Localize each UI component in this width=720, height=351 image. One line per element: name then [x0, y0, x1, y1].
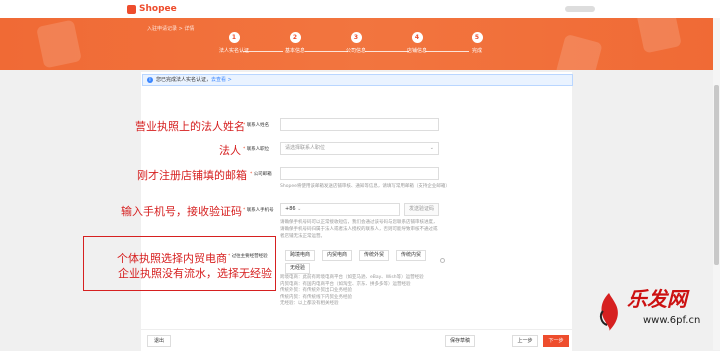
phone-helper-text: 请确保手机号码可以正常接收短信，我们会通过该号码与您联系店铺审核进度， 请确保手… [280, 220, 438, 239]
experience-label: * 过往主要经营经验 [228, 254, 268, 259]
contact-name-label: * 联系人姓名 [243, 123, 270, 128]
contact-role-label: * 联系人职位 [243, 147, 270, 152]
annotation-email: 刚才注册店铺填的邮箱 [137, 169, 247, 182]
scrollbar-thumb[interactable] [714, 85, 719, 265]
prev-step-button[interactable]: 上一步 [512, 335, 538, 347]
help-icon[interactable] [440, 258, 445, 263]
shopee-bag-icon [127, 4, 136, 14]
contact-phone-label: * 联系人手机号 [243, 208, 274, 213]
step-4: 4 店铺信息 [406, 32, 427, 54]
contact-name-input[interactable] [280, 118, 439, 131]
step-2: 2 基本信息 [284, 32, 305, 54]
progress-banner: 入驻申请记录 > 详情 1 法人实名认证 2 基本信息 3 公司信息 4 店铺信… [0, 18, 720, 70]
next-step-button[interactable]: 下一步 [543, 335, 569, 347]
step-1: 1 法人实名认证 [218, 32, 249, 54]
step-3: 3 公司信息 [345, 32, 366, 54]
info-icon: i [147, 77, 153, 83]
watermark-logo-icon [599, 293, 618, 331]
company-email-label: * 公司邮箱 [250, 172, 272, 177]
contact-role-select[interactable]: 请选择联系人职位 ⌄ [280, 142, 439, 155]
watermark-name: 乐发网 [627, 287, 687, 311]
user-account-menu[interactable] [565, 6, 595, 12]
brand-name: Shopee [139, 4, 177, 14]
save-draft-button[interactable]: 保存草稿 [445, 335, 475, 347]
exit-button[interactable]: 退出 [147, 335, 171, 347]
site-watermark: 乐发网 www.6pf.cn [595, 283, 715, 343]
info-notice: i 您已完成法人实名认证，去查看 > [142, 74, 573, 86]
chevron-down-icon: ⌄ [297, 206, 302, 212]
chevron-down-icon: ⌄ [429, 145, 434, 151]
annotation-phone: 输入手机号，接收验证码 [121, 205, 242, 218]
breadcrumb[interactable]: 入驻申请记录 > 详情 [147, 25, 194, 32]
annotation-legal-name: 营业执照上的法人姓名 [135, 120, 245, 133]
annotation-legal-person: 法人 [219, 144, 241, 157]
send-code-button[interactable]: 发送验证码 [404, 203, 439, 216]
company-email-input[interactable] [280, 167, 439, 180]
notice-link[interactable]: 去查看 > [211, 77, 232, 83]
watermark-url: www.6pf.cn [643, 315, 701, 326]
email-helper-text: Shopee将使用该邮箱发送店铺审核、通知等信息，请填写常用邮箱（支持企业邮箱） [280, 184, 450, 189]
exp-option-none[interactable]: 无经验 [285, 263, 310, 274]
exp-option-traditional-domestic[interactable]: 传统内贸 [396, 250, 426, 261]
experience-helper-text: 跨境电商：此前有跨境电商平台（如亚马逊、eBay、Wish等）运营经验 内贸电商… [280, 275, 424, 306]
annotation-experience-1: 个体执照选择内贸电商 [117, 252, 227, 265]
annotation-experience-2: 企业执照没有流水，选择无经验 [118, 267, 272, 280]
form-footer: 退出 保存草稿 上一步 下一步 [141, 329, 572, 351]
top-nav-bar: Shopee [0, 0, 720, 19]
exp-option-traditional-export[interactable]: 传统外贸 [359, 250, 389, 261]
notice-text: 您已完成法人实名认证， [156, 77, 212, 83]
step-5: 5 完成 [471, 32, 483, 54]
exp-option-domestic-ecom[interactable]: 内贸电商 [322, 250, 352, 261]
shopee-logo[interactable]: Shopee [127, 4, 177, 14]
exp-option-crossborder[interactable]: 跨境电商 [285, 250, 315, 261]
contact-phone-input[interactable]: +86 ⌄ [280, 203, 400, 216]
step-indicator: 1 法人实名认证 2 基本信息 3 公司信息 4 店铺信息 5 完成 [0, 32, 720, 62]
